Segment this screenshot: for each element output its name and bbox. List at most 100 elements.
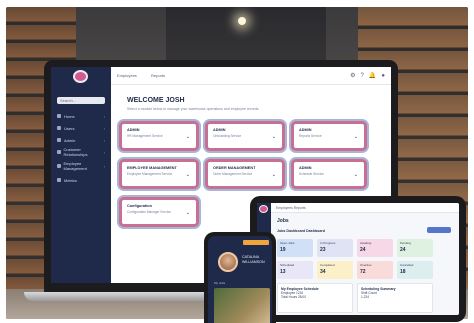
sidebar-item-label: Employee Management xyxy=(63,161,87,171)
sidebar-item-users[interactable]: Users › xyxy=(57,123,105,133)
module-card[interactable]: ADMIN HR Management Service ⌄ xyxy=(119,121,199,151)
home-icon xyxy=(57,114,61,118)
stat-label: Overdue xyxy=(360,263,372,267)
profile-name: CATALINA WILLIAMSON xyxy=(242,255,265,264)
avatar[interactable] xyxy=(218,252,238,272)
module-card[interactable]: Configuration Configuration Manager Serv… xyxy=(119,197,199,227)
stat-card[interactable]: Overdue 72 xyxy=(357,261,393,279)
topbar-menu-employees[interactable]: Employees xyxy=(117,73,137,78)
user-avatar-icon[interactable]: ● xyxy=(381,73,385,79)
module-title: ADMIN xyxy=(127,128,140,132)
topbar: Employees Reports ⚙ ? 🔔 ● xyxy=(111,67,391,85)
chevron-down-icon: ⌄ xyxy=(353,134,358,140)
sidebar-item-label: Customer Relationships xyxy=(63,147,88,157)
module-card[interactable]: ADMIN Schedule Service ⌄ xyxy=(291,159,367,189)
stat-value: 24 xyxy=(400,247,406,253)
employees-icon xyxy=(57,164,61,168)
settings-icon[interactable]: ⚙ xyxy=(350,72,355,79)
users-icon xyxy=(57,126,61,130)
sidebar-item-label: Home xyxy=(64,113,75,119)
sidebar-item-customers[interactable]: Customer Relationships › xyxy=(57,147,105,157)
module-subtitle: Order Management Service xyxy=(213,172,253,176)
tablet: Employees Reports Jobs Jobs Dashboard Da… xyxy=(250,196,466,322)
metrics-icon xyxy=(57,178,61,182)
chevron-down-icon: ⌄ xyxy=(271,172,276,178)
admin-icon xyxy=(57,138,61,142)
stat-label: In Progress xyxy=(320,241,336,245)
phone-section-label: My Jobs xyxy=(214,281,226,285)
stat-card[interactable]: Awaiting 24 xyxy=(357,239,393,257)
sidebar-item-label: Users xyxy=(64,125,75,131)
tablet-section-title: Jobs Dashboard Dashboard xyxy=(277,229,325,233)
module-title: ADMIN xyxy=(299,128,312,132)
stat-card[interactable]: Scheduled 13 xyxy=(277,261,313,279)
module-card[interactable]: EMPLOYEE MANAGEMENT Employee Management … xyxy=(119,159,199,189)
chevron-right-icon: › xyxy=(103,137,105,143)
chevron-down-icon: ⌄ xyxy=(185,210,190,216)
employee-schedule-panel: My Employee Schedule Employee 1234 Total… xyxy=(277,283,353,313)
phone-banner xyxy=(243,240,269,245)
sidebar: Search... Home › Users › Admin › Customer R… xyxy=(51,67,111,283)
welcome-title: WELCOME JOSH xyxy=(127,97,185,104)
sidebar-item-admin[interactable]: Admin › xyxy=(57,135,105,145)
stat-label: Cancelled xyxy=(400,263,414,267)
app-logo[interactable] xyxy=(73,70,88,83)
sidebar-item-label: Admin xyxy=(64,137,76,143)
module-subtitle: Configuration Manager Service xyxy=(127,210,171,214)
stat-card[interactable]: Open Jobs 19 xyxy=(277,239,313,257)
sidebar-item-home[interactable]: Home › xyxy=(57,111,105,121)
chevron-down-icon: ⌄ xyxy=(185,134,190,140)
stat-card[interactable]: In Progress 23 xyxy=(317,239,353,257)
stat-value: 18 xyxy=(400,269,406,275)
phone-screen: CATALINA WILLIAMSON My Jobs xyxy=(208,236,272,323)
module-title: EMPLOYEE MANAGEMENT xyxy=(127,166,177,170)
stat-label: Completed xyxy=(320,263,335,267)
phone: CATALINA WILLIAMSON My Jobs xyxy=(204,232,276,323)
module-subtitle: Employee Management Service xyxy=(127,172,173,176)
sidebar-item-employees[interactable]: Employee Management › xyxy=(57,161,105,171)
customers-icon xyxy=(57,150,61,154)
module-subtitle: Reports Service xyxy=(299,134,322,138)
chevron-down-icon: ⌄ xyxy=(353,172,358,178)
stat-card[interactable]: Cancelled 18 xyxy=(397,261,433,279)
ceiling-lamp xyxy=(238,17,246,25)
tablet-action-button[interactable] xyxy=(427,227,451,233)
stat-value: 24 xyxy=(360,247,366,253)
module-title: ORDER MANAGEMENT xyxy=(213,166,256,170)
module-title: ADMIN xyxy=(299,166,312,170)
sidebar-item-metrics[interactable]: Metrics xyxy=(57,175,105,185)
module-card[interactable]: ORDER MANAGEMENT Order Management Servic… xyxy=(205,159,285,189)
stat-value: 72 xyxy=(360,269,366,275)
chevron-right-icon: › xyxy=(103,125,105,131)
chevron-right-icon: › xyxy=(103,163,105,169)
notification-icon[interactable]: 🔔 xyxy=(369,72,376,79)
stat-label: Awaiting xyxy=(360,241,372,245)
tablet-topbar[interactable]: Employees Reports xyxy=(271,203,459,213)
stat-value: 23 xyxy=(320,247,326,253)
stat-value: 19 xyxy=(280,247,286,253)
module-subtitle: HR Management Service xyxy=(127,134,163,138)
panel-row: Total Hours 28:00 xyxy=(281,295,306,299)
topbar-icons: ⚙ ? 🔔 ● xyxy=(350,72,385,80)
tablet-screen: Employees Reports Jobs Jobs Dashboard Da… xyxy=(257,203,459,315)
sidebar-item-label: Metrics xyxy=(64,177,77,183)
chevron-right-icon: › xyxy=(103,113,105,119)
tablet-logo[interactable] xyxy=(259,205,268,213)
stat-value: 34 xyxy=(320,269,326,275)
scheduling-summary-panel: Scheduling Summary Shift Count 1,234 xyxy=(357,283,433,313)
welcome-subtitle: Select a module below to manage your war… xyxy=(127,107,260,111)
chevron-down-icon: ⌄ xyxy=(271,134,276,140)
stat-value: 13 xyxy=(280,269,286,275)
stat-card[interactable]: Completed 34 xyxy=(317,261,353,279)
module-subtitle: Onboarding Service xyxy=(213,134,242,138)
module-card[interactable]: ADMIN Onboarding Service ⌄ xyxy=(205,121,285,151)
module-card[interactable]: ADMIN Reports Service ⌄ xyxy=(291,121,367,151)
chevron-down-icon: ⌄ xyxy=(185,172,190,178)
stat-card[interactable]: Pending 24 xyxy=(397,239,433,257)
help-icon[interactable]: ? xyxy=(361,73,364,79)
topbar-menu-reports[interactable]: Reports xyxy=(151,73,165,78)
profile-photo xyxy=(214,288,270,323)
stat-label: Scheduled xyxy=(280,263,295,267)
sidebar-search-input[interactable]: Search... xyxy=(57,97,105,104)
module-title: ADMIN xyxy=(213,128,226,132)
